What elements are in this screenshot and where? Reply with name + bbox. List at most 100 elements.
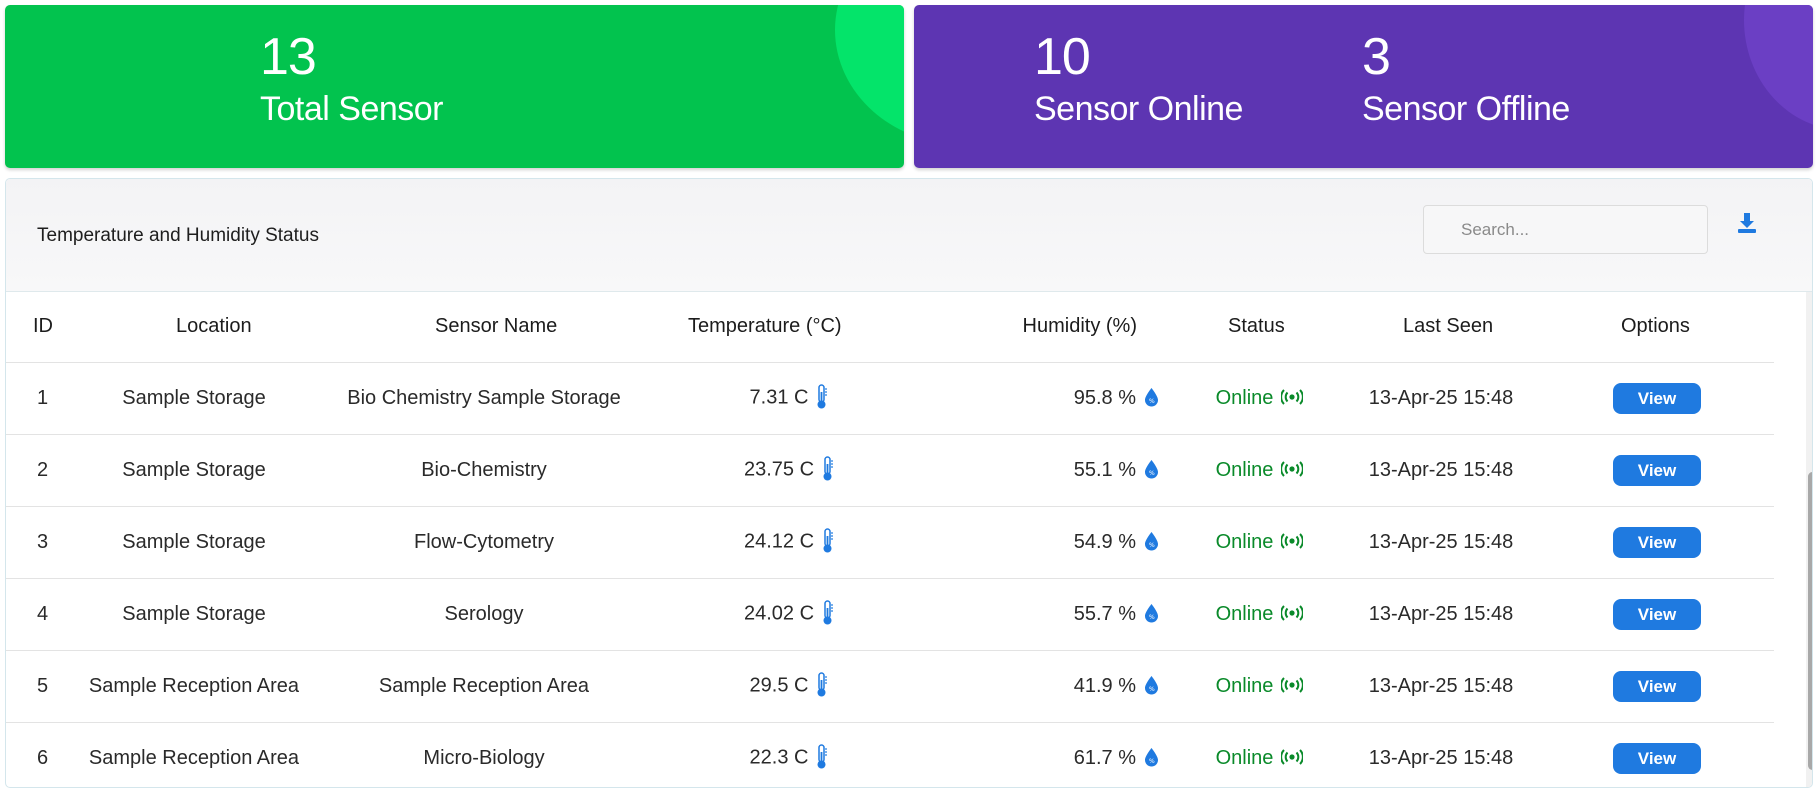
- cell-status: Online: [1177, 506, 1342, 579]
- scrollbar-thumb[interactable]: [1808, 472, 1812, 770]
- view-button[interactable]: View: [1613, 382, 1701, 414]
- stats-row: 13 Total Sensor 10 Sensor Online 3 Senso…: [0, 0, 1818, 176]
- table-scrollbar[interactable]: [1806, 292, 1812, 787]
- cell-id: 5: [6, 650, 81, 723]
- header-options[interactable]: Options: [1540, 292, 1774, 363]
- cell-temperature: 24.02 C: [661, 578, 917, 651]
- header-temperature[interactable]: Temperature (°C): [661, 292, 917, 363]
- cell-temperature: 29.5 C: [661, 650, 917, 723]
- table-row: 5 Sample Reception Area Sample Reception…: [6, 650, 1774, 723]
- thermometer-icon: [823, 600, 834, 625]
- water-drop-icon: %: [1145, 604, 1158, 623]
- water-drop-icon: %: [1145, 460, 1158, 479]
- svg-text:%: %: [1149, 614, 1155, 621]
- cell-location: Sample Reception Area: [81, 722, 307, 787]
- view-button[interactable]: View: [1613, 526, 1701, 558]
- cell-last-seen: 13-Apr-25 15:48: [1342, 506, 1540, 579]
- cell-location: Sample Storage: [81, 362, 307, 435]
- view-button[interactable]: View: [1613, 670, 1701, 702]
- signal-icon: [1281, 605, 1304, 621]
- signal-icon: [1281, 461, 1304, 477]
- search-input[interactable]: [1423, 205, 1708, 254]
- card-decoration: [1744, 5, 1813, 130]
- cell-last-seen: 13-Apr-25 15:48: [1342, 434, 1540, 507]
- water-drop-icon: %: [1145, 748, 1158, 767]
- table-row: 6 Sample Reception Area Micro-Biology 22…: [6, 722, 1774, 787]
- panel-title: Temperature and Humidity Status: [37, 225, 319, 246]
- thermometer-icon: [817, 744, 828, 769]
- sensor-online-label: Sensor Online: [1034, 90, 1243, 128]
- cell-last-seen: 13-Apr-25 15:48: [1342, 650, 1540, 723]
- svg-text:%: %: [1149, 542, 1155, 549]
- cell-options: View: [1540, 650, 1774, 723]
- sensor-table: ID Location Sensor Name Temperature (°C)…: [6, 292, 1774, 787]
- cell-temperature: 7.31 C: [661, 362, 917, 435]
- cell-id: 2: [6, 434, 81, 507]
- sensor-online-count: 10: [1034, 28, 1091, 86]
- cell-sensor-name: Bio-Chemistry: [307, 434, 661, 507]
- table-row: 3 Sample Storage Flow-Cytometry 24.12 C …: [6, 506, 1774, 579]
- cell-options: View: [1540, 434, 1774, 507]
- thermometer-icon: [817, 384, 828, 409]
- view-button[interactable]: View: [1613, 454, 1701, 486]
- cell-id: 1: [6, 362, 81, 435]
- header-sensor-name[interactable]: Sensor Name: [307, 292, 661, 363]
- cell-options: View: [1540, 506, 1774, 579]
- signal-icon: [1281, 389, 1304, 405]
- signal-icon: [1281, 533, 1304, 549]
- header-id[interactable]: ID: [6, 292, 81, 363]
- header-status[interactable]: Status: [1177, 292, 1342, 363]
- header-location[interactable]: Location: [81, 292, 307, 363]
- signal-icon: [1281, 749, 1304, 765]
- cell-sensor-name: Bio Chemistry Sample Storage: [307, 362, 661, 435]
- cell-temperature: 24.12 C: [661, 506, 917, 579]
- view-button[interactable]: View: [1613, 742, 1701, 774]
- table-row: 2 Sample Storage Bio-Chemistry 23.75 C 5…: [6, 434, 1774, 507]
- thermometer-icon: [823, 456, 834, 481]
- cell-sensor-name: Sample Reception Area: [307, 650, 661, 723]
- cell-humidity: 55.1 % %: [917, 434, 1177, 507]
- cell-location: Sample Storage: [81, 506, 307, 579]
- signal-icon: [1281, 677, 1304, 693]
- cell-humidity: 95.8 % %: [917, 362, 1177, 435]
- cell-status: Online: [1177, 722, 1342, 787]
- sensor-offline-count: 3: [1362, 28, 1391, 86]
- cell-last-seen: 13-Apr-25 15:48: [1342, 722, 1540, 787]
- header-humidity[interactable]: Humidity (%): [917, 292, 1177, 363]
- cell-humidity: 61.7 % %: [917, 722, 1177, 787]
- total-sensor-card: 13 Total Sensor: [5, 5, 904, 168]
- cell-id: 3: [6, 506, 81, 579]
- cell-location: Sample Reception Area: [81, 650, 307, 723]
- cell-options: View: [1540, 722, 1774, 787]
- cell-id: 6: [6, 722, 81, 787]
- cell-options: View: [1540, 362, 1774, 435]
- card-decoration: [835, 5, 904, 145]
- panel-header: Temperature and Humidity Status: [6, 179, 1812, 292]
- cell-last-seen: 13-Apr-25 15:48: [1342, 362, 1540, 435]
- table-body: 1 Sample Storage Bio Chemistry Sample St…: [6, 362, 1774, 787]
- cell-humidity: 55.7 % %: [917, 578, 1177, 651]
- cell-location: Sample Storage: [81, 578, 307, 651]
- svg-text:%: %: [1149, 758, 1155, 765]
- cell-location: Sample Storage: [81, 434, 307, 507]
- sensor-status-card: 10 Sensor Online 3 Sensor Offline: [914, 5, 1813, 168]
- svg-text:%: %: [1149, 470, 1155, 477]
- download-icon[interactable]: [1737, 212, 1757, 234]
- cell-sensor-name: Flow-Cytometry: [307, 506, 661, 579]
- cell-humidity: 54.9 % %: [917, 506, 1177, 579]
- svg-text:%: %: [1149, 398, 1155, 405]
- cell-status: Online: [1177, 650, 1342, 723]
- cell-last-seen: 13-Apr-25 15:48: [1342, 578, 1540, 651]
- view-button[interactable]: View: [1613, 598, 1701, 630]
- thermometer-icon: [823, 528, 834, 553]
- water-drop-icon: %: [1145, 676, 1158, 695]
- cell-status: Online: [1177, 578, 1342, 651]
- total-sensor-label: Total Sensor: [260, 90, 444, 128]
- table-row: 1 Sample Storage Bio Chemistry Sample St…: [6, 362, 1774, 435]
- cell-sensor-name: Micro-Biology: [307, 722, 661, 787]
- cell-status: Online: [1177, 362, 1342, 435]
- header-last-seen[interactable]: Last Seen: [1342, 292, 1540, 363]
- cell-options: View: [1540, 578, 1774, 651]
- table-row: 4 Sample Storage Serology 24.02 C 55.7 %…: [6, 578, 1774, 651]
- cell-status: Online: [1177, 434, 1342, 507]
